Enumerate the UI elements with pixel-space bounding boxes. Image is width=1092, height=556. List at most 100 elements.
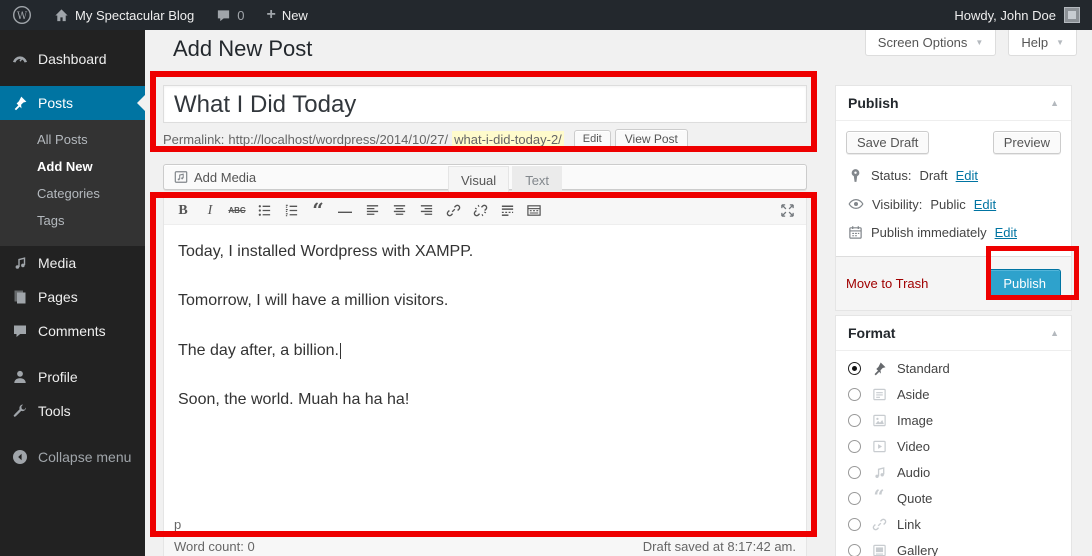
sidebar-item-categories[interactable]: Categories: [0, 180, 145, 207]
radio-image[interactable]: [848, 414, 861, 427]
comments-bubble[interactable]: 0: [216, 8, 244, 23]
site-name-label: My Spectacular Blog: [75, 8, 194, 23]
status-value: Draft: [919, 168, 947, 183]
toolbar-toggle-icon[interactable]: [521, 199, 547, 223]
calendar-icon: [848, 225, 863, 240]
format-option-image[interactable]: Image: [848, 413, 1059, 428]
collapse-triangle-icon[interactable]: ▲: [1050, 98, 1059, 108]
site-name-link[interactable]: My Spectacular Blog: [54, 8, 194, 23]
help-button[interactable]: Help ▼: [1008, 30, 1077, 56]
radio-video[interactable]: [848, 440, 861, 453]
profile-icon: [11, 369, 29, 385]
edit-visibility-link[interactable]: Edit: [974, 197, 996, 212]
wrench-icon: [11, 403, 29, 419]
editor-element-path[interactable]: p: [164, 515, 806, 536]
sidebar-item-all-posts[interactable]: All Posts: [0, 126, 145, 153]
numbered-list-icon[interactable]: [278, 199, 304, 223]
radio-gallery[interactable]: [848, 544, 861, 556]
editor-content-area[interactable]: Today, I installed Wordpress with XAMPP.…: [164, 225, 806, 515]
strikethrough-icon[interactable]: ABC: [224, 199, 250, 223]
plus-icon: +: [266, 7, 275, 23]
chevron-down-icon: ▼: [1056, 38, 1064, 47]
permalink-base: http://localhost/wordpress/2014/10/27/: [228, 132, 448, 147]
sidebar-item-tools[interactable]: Tools: [0, 394, 145, 428]
wordpress-logo-menu[interactable]: W: [12, 5, 32, 25]
page-title: Add New Post: [173, 36, 312, 62]
edit-status-link[interactable]: Edit: [956, 168, 978, 183]
italic-icon[interactable]: I: [197, 199, 223, 223]
format-label: Image: [897, 413, 933, 428]
format-option-quote[interactable]: “ Quote: [848, 491, 1059, 506]
permalink-row: Permalink: http://localhost/wordpress/20…: [163, 129, 807, 149]
editor-paragraph: Soon, the world. Muah ha ha ha!: [178, 389, 792, 411]
comment-icon: [11, 323, 29, 339]
dashboard-icon: [11, 51, 29, 67]
sidebar-item-dashboard[interactable]: Dashboard: [0, 42, 145, 76]
format-label: Video: [897, 439, 930, 454]
bold-icon[interactable]: B: [170, 199, 196, 223]
radio-link[interactable]: [848, 518, 861, 531]
format-option-audio[interactable]: Audio: [848, 465, 1059, 480]
collapse-triangle-icon[interactable]: ▲: [1050, 328, 1059, 338]
align-right-icon[interactable]: [413, 199, 439, 223]
horizontal-rule-icon[interactable]: —: [332, 199, 358, 223]
post-title-input[interactable]: What I Did Today: [163, 85, 807, 123]
sidebar-item-media[interactable]: Media: [0, 246, 145, 280]
sidebar-item-tags[interactable]: Tags: [0, 207, 145, 234]
permalink-slug: what-i-did-today-2/: [452, 131, 564, 148]
format-option-video[interactable]: Video: [848, 439, 1059, 454]
bulleted-list-icon[interactable]: [251, 199, 277, 223]
post-status-row: Status: Draft Edit: [848, 168, 1059, 183]
audio-icon: [870, 465, 888, 480]
wordpress-admin-page: W My Spectacular Blog 0 + New Howdy, Joh…: [0, 0, 1092, 556]
comments-count: 0: [237, 8, 244, 23]
sidebar-item-comments[interactable]: Comments: [0, 314, 145, 348]
sidebar-label-posts: Posts: [38, 95, 73, 111]
remove-link-icon[interactable]: [467, 199, 493, 223]
video-icon: [870, 439, 888, 454]
insert-link-icon[interactable]: [440, 199, 466, 223]
my-account-menu[interactable]: Howdy, John Doe: [954, 7, 1080, 23]
more-tag-icon[interactable]: [494, 199, 520, 223]
tab-text[interactable]: Text: [512, 166, 562, 196]
sidebar-item-add-new[interactable]: Add New: [0, 153, 145, 180]
screen-options-button[interactable]: Screen Options ▼: [865, 30, 997, 56]
format-option-aside[interactable]: Aside: [848, 387, 1059, 402]
tab-visual[interactable]: Visual: [448, 166, 509, 196]
align-center-icon[interactable]: [386, 199, 412, 223]
new-content-menu[interactable]: + New: [266, 7, 307, 23]
publish-box-header[interactable]: Publish ▲: [836, 86, 1071, 121]
sidebar-item-collapse-menu[interactable]: Collapse menu: [0, 440, 145, 474]
sidebar-item-pages[interactable]: Pages: [0, 280, 145, 314]
quote-icon: “: [870, 493, 888, 504]
radio-standard[interactable]: [848, 362, 861, 375]
format-box-header[interactable]: Format ▲: [836, 316, 1071, 351]
format-option-link[interactable]: Link: [848, 517, 1059, 532]
edit-permalink-button[interactable]: Edit: [574, 130, 611, 148]
admin-bar: W My Spectacular Blog 0 + New Howdy, Joh…: [0, 0, 1092, 30]
format-label: Quote: [897, 491, 932, 506]
aside-icon: [870, 387, 888, 402]
format-option-standard[interactable]: Standard: [848, 361, 1059, 376]
distraction-free-icon[interactable]: [774, 199, 800, 223]
user-avatar: [1064, 7, 1080, 23]
radio-audio[interactable]: [848, 466, 861, 479]
edit-schedule-link[interactable]: Edit: [995, 225, 1017, 240]
sidebar-item-profile[interactable]: Profile: [0, 360, 145, 394]
view-post-button[interactable]: View Post: [615, 129, 688, 149]
blockquote-icon[interactable]: “: [305, 199, 331, 223]
format-option-gallery[interactable]: Gallery: [848, 543, 1059, 556]
radio-aside[interactable]: [848, 388, 861, 401]
collapse-icon: [11, 449, 29, 465]
publish-button[interactable]: Publish: [988, 269, 1061, 298]
align-left-icon[interactable]: [359, 199, 385, 223]
radio-quote[interactable]: [848, 492, 861, 505]
move-to-trash-link[interactable]: Move to Trash: [846, 276, 928, 291]
save-draft-button[interactable]: Save Draft: [846, 131, 929, 154]
editor-paragraph: Today, I installed Wordpress with XAMPP.: [178, 241, 792, 263]
permalink-label: Permalink:: [163, 132, 224, 147]
visibility-value: Public: [930, 197, 965, 212]
chevron-down-icon: ▼: [975, 38, 983, 47]
preview-button[interactable]: Preview: [993, 131, 1061, 154]
sidebar-item-posts[interactable]: Posts: [0, 86, 145, 120]
